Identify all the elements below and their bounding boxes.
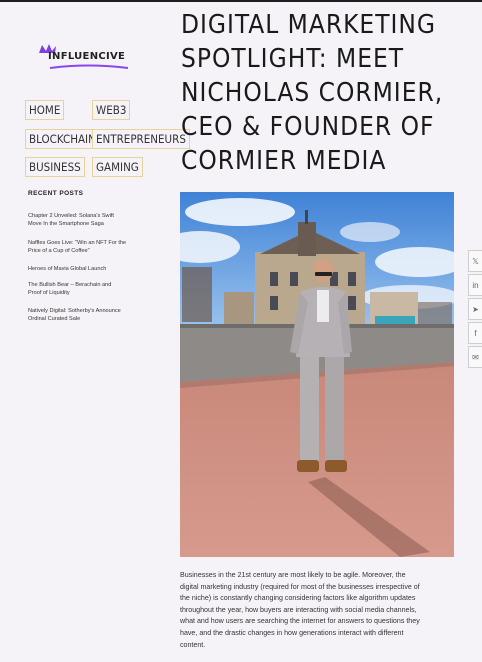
nav-web3[interactable]: WEB3 bbox=[92, 100, 131, 120]
recent-post-line: Chapter 2 Unveiled: Solana's Swift bbox=[28, 213, 114, 219]
article-photo bbox=[180, 192, 454, 557]
recent-post-line: Ordinal Curated Sale bbox=[28, 316, 81, 322]
photo-illustration bbox=[180, 192, 454, 557]
recent-post-link[interactable]: The Bullish Bear – Berachain and Proof o… bbox=[28, 281, 148, 297]
share-linkedin-button[interactable]: in bbox=[468, 274, 482, 296]
headline-line: NICHOLAS CORMIER, bbox=[181, 78, 444, 108]
nav-blockchain[interactable]: BLOCKCHAIN bbox=[25, 129, 100, 149]
twitter-icon: 𝕏 bbox=[472, 256, 479, 266]
linkedin-icon: in bbox=[472, 280, 479, 290]
share-facebook-button[interactable]: f bbox=[468, 322, 482, 344]
site-logo[interactable]: INFLUENCIVE bbox=[38, 42, 129, 72]
headline-line: SPOTLIGHT: MEET bbox=[181, 44, 405, 74]
recent-post-link[interactable]: Heroes of Mavia Global Launch bbox=[28, 265, 148, 273]
facebook-icon: f bbox=[474, 328, 477, 338]
nav-business[interactable]: BUSINESS bbox=[25, 157, 85, 177]
article-body: Businesses in the 21st century are most … bbox=[180, 570, 456, 651]
body-line: have, and the drastic changes in how gen… bbox=[180, 628, 404, 637]
email-icon: ✉ bbox=[472, 352, 479, 362]
body-line: the niche) is constantly changing consid… bbox=[180, 594, 416, 603]
headline-line: DIGITAL MARKETING bbox=[181, 10, 436, 40]
body-line: what and how users are searching the int… bbox=[180, 617, 420, 626]
telegram-icon: ➤ bbox=[472, 304, 479, 314]
nav-gaming[interactable]: GAMING bbox=[92, 157, 143, 177]
share-telegram-button[interactable]: ➤ bbox=[468, 298, 482, 320]
recent-post-line: Proof of Liquidity bbox=[28, 290, 70, 296]
headline-line: CORMIER MEDIA bbox=[181, 146, 387, 176]
body-line: content. bbox=[180, 640, 206, 649]
recent-post-line: Move In the Smartphone Saga bbox=[28, 221, 104, 227]
share-email-button[interactable]: ✉ bbox=[468, 346, 482, 368]
nav-home[interactable]: HOME bbox=[25, 100, 65, 120]
share-twitter-button[interactable]: 𝕏 bbox=[468, 250, 482, 272]
article-headline: DIGITAL MARKETING SPOTLIGHT: MEET NICHOL… bbox=[181, 8, 481, 178]
logo-wordmark: INFLUENCIVE bbox=[48, 51, 126, 62]
nav-entrepreneurs[interactable]: ENTREPRENEURS bbox=[92, 129, 190, 149]
recent-post-link[interactable]: Natively Digital: Sotherby's Announce Or… bbox=[28, 307, 148, 323]
recent-post-line: Heroes of Mavia Global Launch bbox=[28, 266, 107, 272]
body-line: digital marketing industry (required for… bbox=[180, 582, 420, 591]
top-border bbox=[0, 0, 482, 2]
recent-post-line: Price of a Cup of Coffee" bbox=[28, 248, 90, 254]
recent-post-line: Naffles Goes Live: "Win an NFT For the bbox=[28, 240, 127, 246]
recent-post-line: Natively Digital: Sotherby's Announce bbox=[28, 308, 121, 314]
headline-line: CEO & FOUNDER OF bbox=[181, 112, 435, 142]
logo-swoosh bbox=[49, 64, 129, 69]
body-line: Businesses in the 21st century are most … bbox=[180, 571, 406, 579]
recent-post-link[interactable]: Naffles Goes Live: "Win an NFT For the P… bbox=[28, 239, 148, 255]
body-line: throughout the year, how buyers are inte… bbox=[180, 605, 417, 614]
recent-posts-heading: RECENT POSTS bbox=[28, 190, 84, 197]
recent-post-link[interactable]: Chapter 2 Unveiled: Solana's Swift Move … bbox=[28, 212, 148, 228]
recent-post-line: The Bullish Bear – Berachain and bbox=[28, 282, 112, 288]
